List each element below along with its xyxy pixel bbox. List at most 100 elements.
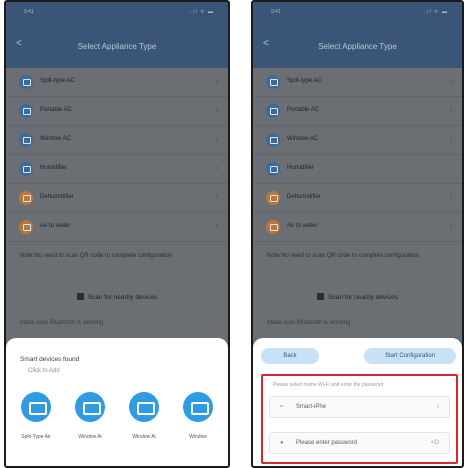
chevron-right-icon: › (437, 404, 439, 410)
appliance-label: Dehumidifier (40, 194, 74, 200)
appliance-item-dehumidifier[interactable]: Dehumidifier › (6, 184, 228, 213)
device-card[interactable]: Window Ai (70, 392, 110, 440)
appliance-item-portable-ac[interactable]: Portable AC › (6, 97, 228, 126)
appliance-label: Split-type AC (40, 78, 75, 84)
device-label: Window Ai (78, 434, 102, 440)
humidifier-icon (266, 162, 280, 176)
device-label: Window Ai (132, 434, 156, 440)
chevron-right-icon: › (449, 192, 452, 201)
portable-ac-icon (19, 104, 33, 118)
ac-device-icon (75, 392, 105, 422)
phone-right: 9:41 ..ıl ᯤ ▬ < Select Appliance Type Sp… (251, 0, 464, 468)
appliance-label: Split-type AC (287, 78, 322, 84)
chevron-right-icon: › (215, 163, 218, 172)
bluetooth-note: Make sure Bluetooth is working (267, 320, 351, 326)
phone-left: 9:41 ..ıl ᯤ ▬ < Select Appliance Type Sp… (4, 0, 230, 468)
start-configuration-button[interactable]: Start Configuration (364, 348, 456, 364)
appliance-item-humidifier[interactable]: Humidifier › (253, 155, 462, 184)
qr-note: Note:No need to scan QR code to complete… (20, 253, 173, 259)
eye-toggle-icon[interactable]: <O (431, 440, 439, 446)
appliance-item-portable-ac[interactable]: Portable AC › (253, 97, 462, 126)
appliance-item-dehumidifier[interactable]: Dehumidifier › (253, 184, 462, 213)
portable-ac-icon (266, 104, 280, 118)
appliance-label: Portable AC (40, 107, 73, 113)
dehumidifier-icon (19, 191, 33, 205)
header-bar: 9:41 ..ıl ᯤ ▬ < Select Appliance Type (253, 2, 462, 68)
air-to-water-icon (266, 220, 280, 234)
appliance-label: Humidifier (287, 165, 315, 171)
header-bar: 9:41 ..ıl ᯤ ▬ < Select Appliance Type (6, 2, 228, 68)
wifi-icon: ≈ (280, 404, 284, 410)
password-placeholder: Please enter password (296, 440, 358, 446)
chevron-right-icon: › (215, 192, 218, 201)
chevron-right-icon: › (449, 134, 452, 143)
chevron-right-icon: › (449, 221, 452, 230)
wifi-config-sheet: Back Start Configuration Please select h… (253, 338, 462, 466)
appliance-label: Humidifier (40, 165, 68, 171)
appliance-item-humidifier[interactable]: Humidifier › (6, 155, 228, 184)
device-label: Window (189, 434, 207, 440)
ac-device-icon (21, 392, 51, 422)
password-field[interactable]: ● Please enter password <O (269, 432, 450, 454)
qr-note: Note:No need to scan QR code to complete… (267, 253, 420, 259)
back-button[interactable]: Back (261, 348, 319, 364)
device-label: Split-Type Air (21, 434, 51, 440)
chevron-right-icon: › (449, 163, 452, 172)
signal-icon: ..ıl ᯤ ▬ (188, 9, 214, 15)
appliance-label: Air to water (287, 223, 318, 229)
status-bar: 9:41 ..ıl ᯤ ▬ (271, 8, 448, 18)
device-card[interactable]: Window Ai (124, 392, 164, 440)
split-ac-icon (266, 75, 280, 89)
scan-label: Scan for nearby devices (87, 294, 158, 301)
split-ac-icon (19, 75, 33, 89)
status-time: 9:41 (271, 9, 281, 15)
bluetooth-icon (76, 293, 84, 300)
appliance-list: Split-type AC › Portable AC › Window AC › H… (6, 68, 228, 242)
appliance-label: Dehumidifier (287, 194, 321, 200)
wifi-select-field[interactable]: ≈ Smart-iPhe › (269, 396, 450, 418)
appliance-item-window-ac[interactable]: Window AC › (253, 126, 462, 155)
wifi-name: Smart-iPhe (296, 404, 327, 410)
status-time: 9:41 (24, 9, 34, 15)
appliance-label: Window AC (40, 136, 72, 142)
appliance-label: Window AC (287, 136, 319, 142)
window-ac-icon (266, 133, 280, 147)
sheet-subtitle: Click to Add (28, 368, 60, 374)
status-bar: 9:41 ..ıl ᯤ ▬ (24, 8, 214, 18)
page-title: Select Appliance Type (318, 42, 397, 51)
bluetooth-icon (317, 293, 325, 300)
appliance-item-air-to-water[interactable]: Air to water › (6, 213, 228, 242)
appliance-label: Air to water (40, 223, 71, 229)
lock-icon: ● (280, 440, 284, 446)
window-ac-icon (19, 133, 33, 147)
dehumidifier-icon (266, 191, 280, 205)
chevron-right-icon: › (215, 134, 218, 143)
scan-nearby-button[interactable]: Scan for nearby devices (253, 293, 462, 301)
chevron-right-icon: › (215, 76, 218, 85)
chevron-right-icon: › (215, 221, 218, 230)
page-title: Select Appliance Type (77, 42, 157, 51)
appliance-item-air-to-water[interactable]: Air to water › (253, 213, 462, 242)
appliance-item-split-ac[interactable]: Split-type AC › (253, 68, 462, 97)
appliance-item-split-ac[interactable]: Split-type AC › (6, 68, 228, 97)
appliance-item-window-ac[interactable]: Window AC › (6, 126, 228, 155)
devices-found-sheet: Smart devices found Click to Add Split-T… (6, 338, 228, 466)
wifi-hint: Please select home Wi-Fi and enter the p… (273, 382, 384, 388)
device-card[interactable]: Window (178, 392, 218, 440)
appliance-label: Portable AC (287, 107, 320, 113)
air-to-water-icon (19, 220, 33, 234)
scan-nearby-button[interactable]: Scan for nearby devices (6, 293, 228, 301)
chevron-right-icon: › (215, 105, 218, 114)
sheet-title: Smart devices found (20, 356, 80, 363)
chevron-right-icon: › (449, 105, 452, 114)
ac-device-icon (129, 392, 159, 422)
humidifier-icon (19, 162, 33, 176)
scan-label: Scan for nearby devices (328, 294, 398, 301)
appliance-list: Split-type AC › Portable AC › Window AC › H… (253, 68, 462, 242)
bluetooth-note: Make sure Bluetooth is working (20, 320, 104, 326)
wifi-credentials-highlight: Please select home Wi-Fi and enter the p… (261, 374, 458, 464)
device-card[interactable]: Split-Type Air (16, 392, 56, 440)
signal-icon: ..ıl ᯤ ▬ (422, 9, 448, 15)
ac-device-icon (183, 392, 213, 422)
chevron-right-icon: › (449, 76, 452, 85)
